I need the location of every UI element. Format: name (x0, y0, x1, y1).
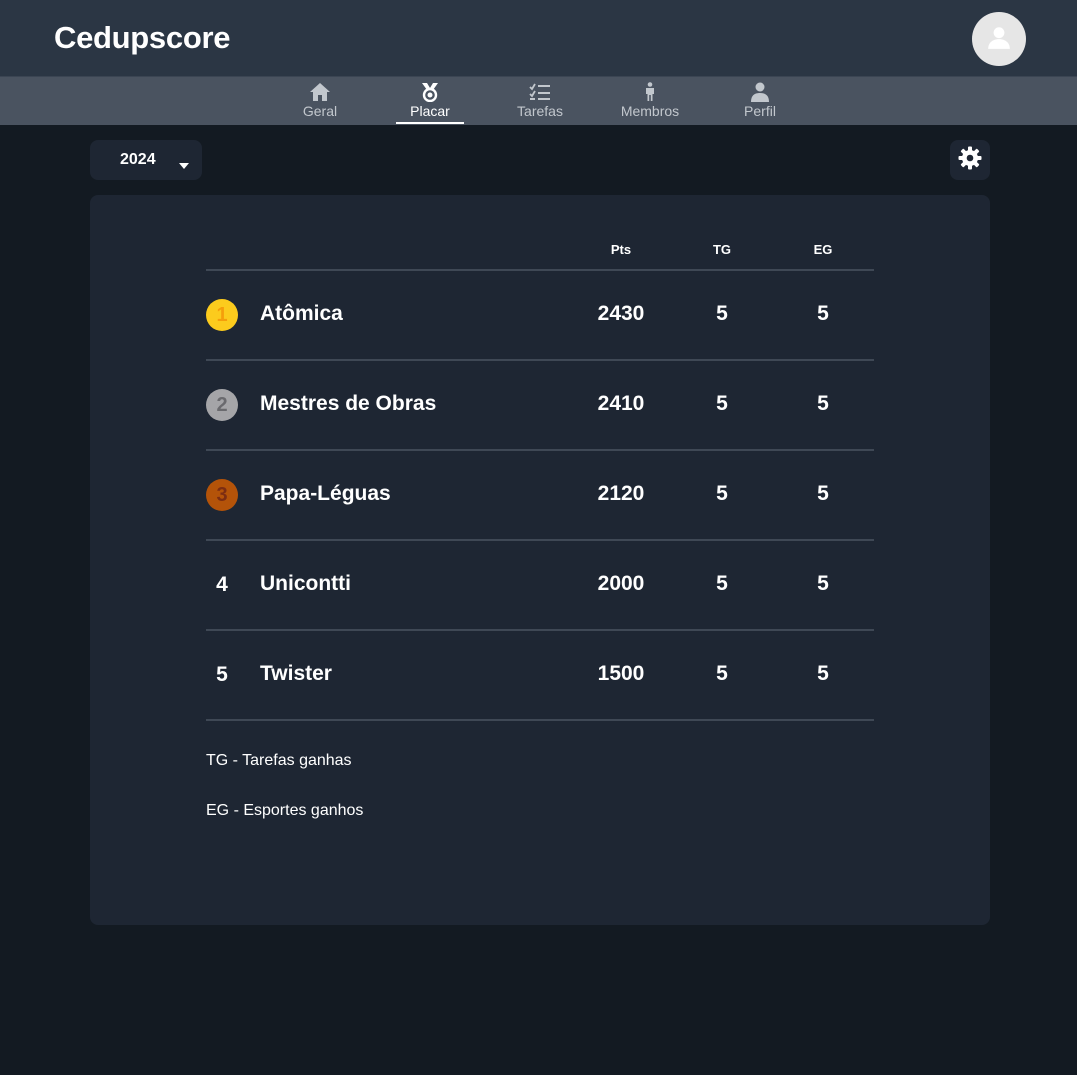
nav-label-membros: Membros (620, 103, 680, 119)
legend-eg: EG - Esportes ganhos (206, 802, 364, 819)
rank-number: 4 (216, 573, 228, 596)
nav-label-placar: Placar (410, 103, 450, 119)
eg-cell: 5 (817, 572, 829, 595)
divider (206, 719, 874, 721)
points-cell: 2000 (597, 572, 645, 595)
rank-badge-silver: 2 (206, 389, 238, 421)
points-cell: 1500 (597, 662, 645, 685)
checklist-icon (529, 82, 551, 102)
nav-item-membros[interactable]: Membros (614, 77, 686, 125)
rank-number: 5 (216, 663, 228, 686)
medal-icon (419, 82, 441, 102)
nav-label-geral: Geral (302, 103, 338, 119)
tg-cell: 5 (716, 572, 728, 595)
nav-item-placar[interactable]: Placar (396, 77, 464, 125)
team-name: Atômica (260, 302, 343, 325)
tg-cell: 5 (716, 392, 728, 415)
points-cell: 2120 (597, 482, 645, 505)
caret-down-icon (178, 157, 190, 175)
column-header-eg: EG (813, 242, 833, 257)
nav-item-geral[interactable]: Geral (290, 77, 350, 125)
column-header-tg: TG (712, 242, 732, 257)
table-row: 4 Unicontti 2000 5 5 (206, 541, 874, 629)
column-header-pts: Pts (610, 242, 632, 257)
points-cell: 2430 (597, 302, 645, 325)
points-cell: 2410 (597, 392, 645, 415)
table-row: 2 Mestres de Obras 2410 5 5 (206, 361, 874, 449)
team-name: Twister (260, 662, 332, 685)
eg-cell: 5 (817, 392, 829, 415)
gear-icon (958, 146, 982, 175)
year-select-value: 2024 (120, 151, 156, 168)
nav-label-tarefas: Tarefas (517, 103, 563, 119)
app-title: Cedupscore (54, 20, 231, 55)
eg-cell: 5 (817, 302, 829, 325)
tg-cell: 5 (716, 302, 728, 325)
user-icon (749, 82, 771, 102)
active-tab-indicator (396, 122, 464, 124)
rank-badge-bronze: 3 (206, 479, 238, 511)
nav-item-tarefas[interactable]: Tarefas (506, 77, 574, 125)
tg-cell: 5 (716, 662, 728, 685)
tg-cell: 5 (716, 482, 728, 505)
user-avatar-button[interactable] (972, 12, 1026, 66)
team-name: Papa-Léguas (260, 482, 391, 505)
year-select[interactable]: 2024 (90, 140, 202, 180)
person-standing-icon (639, 82, 661, 102)
main-nav: Geral Placar Tarefas Membros Perfil (0, 77, 1077, 125)
table-row: 5 Twister 1500 5 5 (206, 631, 874, 719)
eg-cell: 5 (817, 662, 829, 685)
table-row: 1 Atômica 2430 5 5 (206, 271, 874, 359)
team-name: Mestres de Obras (260, 392, 437, 415)
user-avatar-icon (986, 24, 1012, 55)
nav-item-perfil[interactable]: Perfil (730, 77, 790, 125)
eg-cell: 5 (817, 482, 829, 505)
table-row: 3 Papa-Léguas 2120 5 5 (206, 451, 874, 539)
scoreboard-card: Pts TG EG 1 Atômica 2430 5 5 2 Mestres d… (90, 195, 990, 925)
nav-label-perfil: Perfil (744, 103, 776, 119)
settings-button[interactable] (950, 140, 990, 180)
team-name: Unicontti (260, 572, 351, 595)
app-header: Cedupscore (0, 0, 1077, 77)
home-icon (309, 82, 331, 102)
rank-badge-gold: 1 (206, 299, 238, 331)
legend-tg: TG - Tarefas ganhas (206, 752, 352, 769)
